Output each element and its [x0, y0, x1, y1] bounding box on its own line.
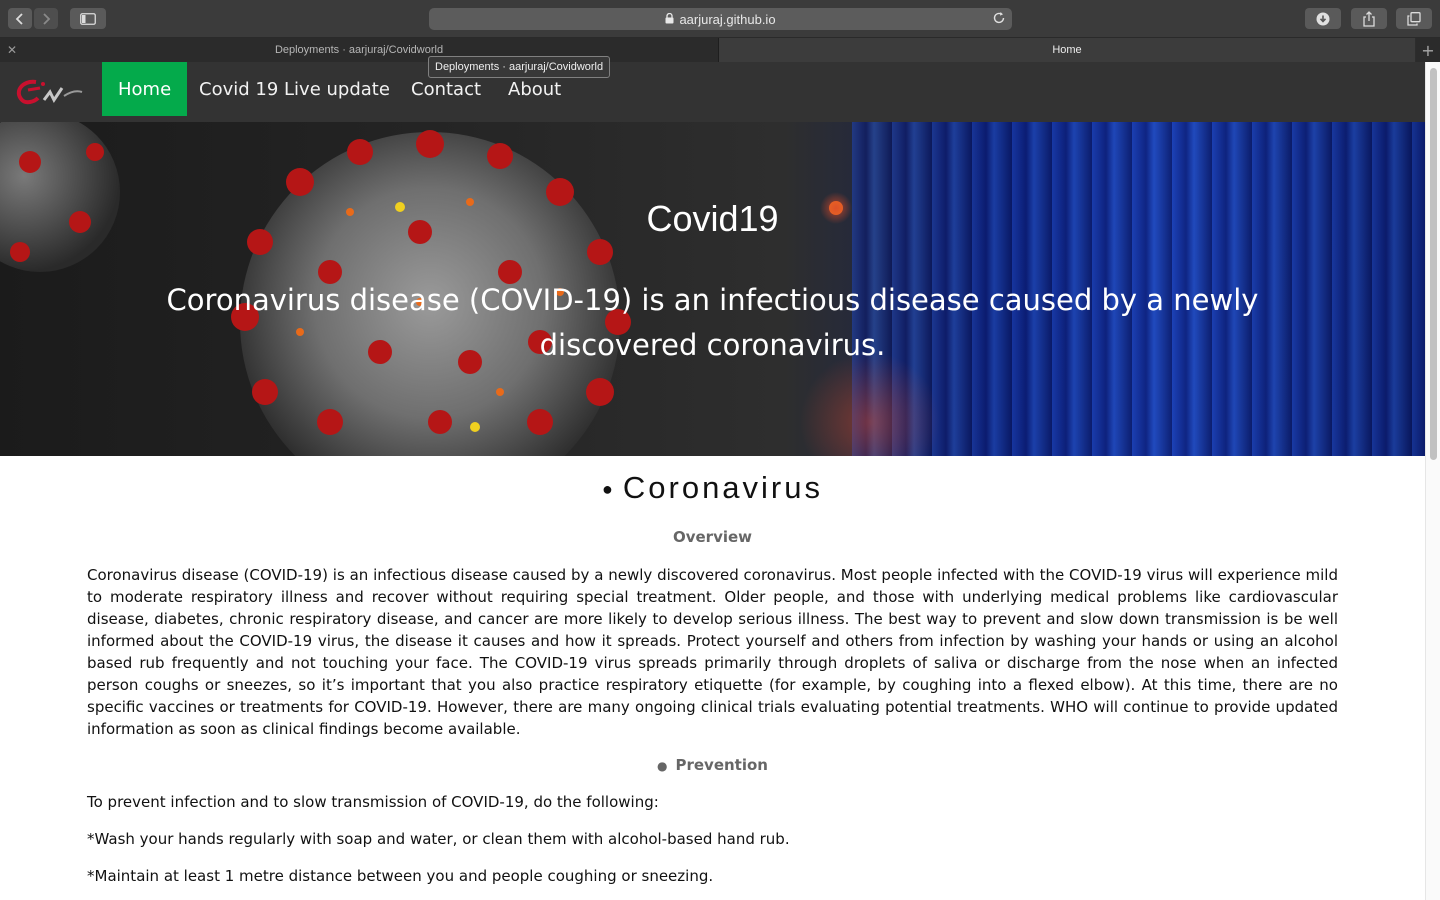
forward-icon	[43, 12, 51, 25]
close-icon[interactable]: ✕	[7, 43, 17, 57]
overview-paragraph: Coronavirus disease (COVID-19) is an inf…	[87, 566, 1338, 738]
nav-home[interactable]: Home	[102, 62, 188, 116]
coronavirus-heading: ● Coronavirus	[87, 470, 1338, 506]
bullet-icon: ●	[657, 759, 668, 773]
bullet-icon: ●	[602, 479, 613, 500]
scrollbar-thumb[interactable]	[1430, 68, 1437, 460]
site-logo[interactable]	[10, 70, 90, 114]
sidebar-icon	[80, 12, 96, 25]
prevention-item: *Maintain at least 1 metre distance betw…	[87, 867, 714, 885]
share-icon	[1363, 10, 1375, 27]
prevention-item: *Wash your hands regularly with soap and…	[87, 830, 790, 848]
tab-home[interactable]: Home	[719, 38, 1415, 62]
new-tab-button[interactable]: +	[1416, 38, 1440, 62]
browser-toolbar: aarjuraj.github.io	[0, 0, 1440, 38]
nav-live-update[interactable]: Covid 19 Live update	[183, 62, 406, 116]
forward-button[interactable]	[34, 8, 58, 29]
url-text: aarjuraj.github.io	[679, 11, 776, 27]
tab-title: Home	[1052, 44, 1082, 56]
plus-icon: +	[1421, 40, 1435, 60]
address-bar[interactable]: aarjuraj.github.io	[429, 8, 1012, 30]
reload-icon[interactable]	[992, 11, 1006, 28]
lock-icon	[665, 12, 674, 27]
download-icon	[1316, 12, 1330, 25]
page-scrollbar[interactable]	[1425, 62, 1440, 900]
prevention-heading-text: Prevention	[675, 756, 768, 774]
hero-text: Coronavirus disease (COVID-19) is an inf…	[166, 283, 1259, 362]
sidebar-button[interactable]	[70, 8, 106, 29]
share-button[interactable]	[1351, 8, 1387, 29]
page-viewport: Home Covid 19 Live update Contact About	[0, 62, 1425, 900]
tabs-overview-icon	[1407, 11, 1421, 26]
hero-banner: Covid19 Coronavirus disease (COVID-19) i…	[0, 122, 1425, 456]
downloads-button[interactable]	[1305, 8, 1341, 29]
tab-deployments[interactable]: ✕ Deployments · aarjuraj/Covidworld	[0, 38, 719, 62]
tab-title: Deployments · aarjuraj/Covidworld	[274, 44, 444, 56]
prevention-intro: To prevent infection and to slow transmi…	[87, 793, 659, 811]
tabs-overview-button[interactable]	[1396, 8, 1432, 29]
tab-bar: ✕ Deployments · aarjuraj/Covidworld Home…	[0, 38, 1440, 62]
back-icon	[15, 12, 23, 25]
coronavirus-heading-text: Coronavirus	[622, 470, 823, 505]
prevention-heading: ● Prevention	[87, 756, 1338, 774]
back-button[interactable]	[8, 8, 32, 29]
hero-title: Covid19	[646, 198, 779, 239]
top-navbar: Home Covid 19 Live update Contact About	[0, 62, 1425, 122]
overview-heading: Overview	[672, 528, 753, 546]
tab-tooltip: Deployments · aarjuraj/Covidworld	[428, 56, 611, 78]
